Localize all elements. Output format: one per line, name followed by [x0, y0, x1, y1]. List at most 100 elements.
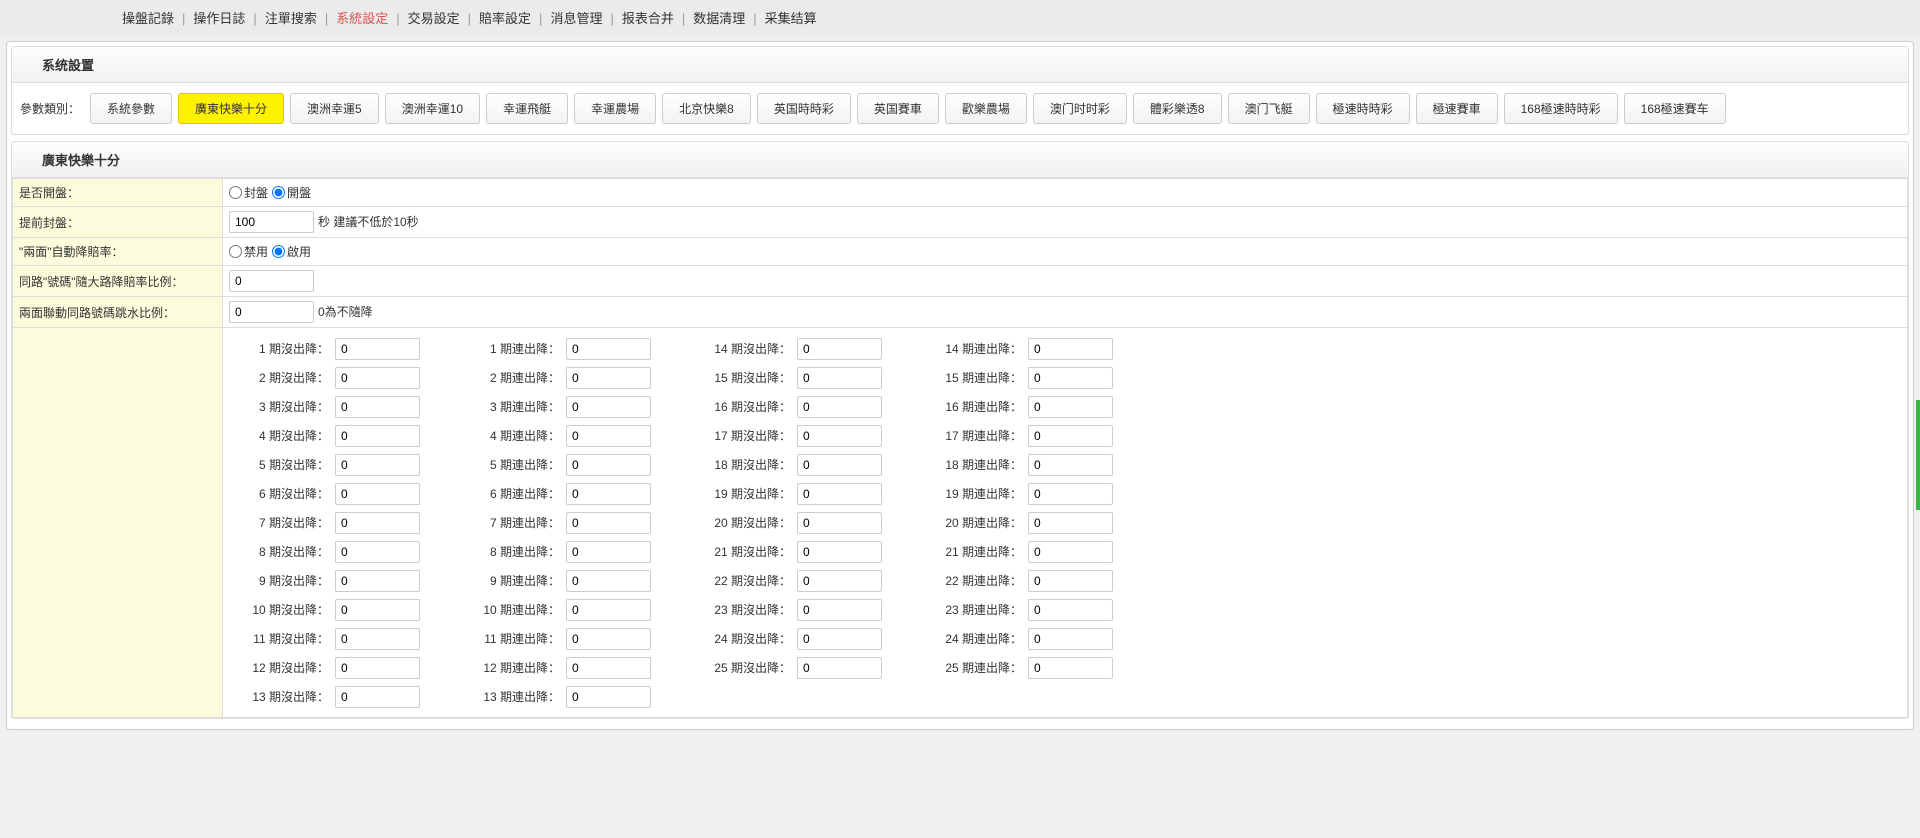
grid-input-2-20[interactable] [797, 512, 882, 534]
grid-input-3-22[interactable] [1028, 570, 1113, 592]
grid-row: 12 期連出降： [460, 655, 651, 680]
tab-4[interactable]: 幸運飛艇 [486, 93, 568, 124]
grid-input-2-15[interactable] [797, 367, 882, 389]
grid-input-1-11[interactable] [566, 628, 651, 650]
radio-0-0[interactable] [229, 186, 242, 199]
tab-10[interactable]: 澳门时时彩 [1033, 93, 1127, 124]
grid-input-3-17[interactable] [1028, 425, 1113, 447]
grid-label: 9 期沒出降： [229, 572, 329, 589]
tab-7[interactable]: 英国時時彩 [757, 93, 851, 124]
grid-input-0-6[interactable] [335, 483, 420, 505]
grid-input-3-19[interactable] [1028, 483, 1113, 505]
grid-input-1-13[interactable] [566, 686, 651, 708]
grid-input-0-8[interactable] [335, 541, 420, 563]
grid-row: 8 期連出降： [460, 539, 651, 564]
menu-item-7[interactable]: 报表合并 [620, 11, 676, 26]
tab-6[interactable]: 北京快樂8 [662, 93, 751, 124]
tab-5[interactable]: 幸運農場 [574, 93, 656, 124]
grid-input-1-3[interactable] [566, 396, 651, 418]
grid-input-0-11[interactable] [335, 628, 420, 650]
grid-input-3-25[interactable] [1028, 657, 1113, 679]
grid-label: 8 期沒出降： [229, 543, 329, 560]
menu-item-5[interactable]: 賠率設定 [477, 11, 533, 26]
grid-input-3-24[interactable] [1028, 628, 1113, 650]
menu-item-6[interactable]: 消息管理 [548, 11, 604, 26]
grid-input-1-7[interactable] [566, 512, 651, 534]
tab-15[interactable]: 168極速時時彩 [1504, 93, 1618, 124]
tab-3[interactable]: 澳洲幸運10 [385, 93, 480, 124]
grid-input-1-4[interactable] [566, 425, 651, 447]
grid-input-0-9[interactable] [335, 570, 420, 592]
grid-input-1-10[interactable] [566, 599, 651, 621]
grid-row: 22 期沒出降： [691, 568, 882, 593]
grid-label: 10 期沒出降： [229, 601, 329, 618]
grid-input-3-16[interactable] [1028, 396, 1113, 418]
input-3[interactable] [229, 270, 314, 292]
tab-12[interactable]: 澳门飞艇 [1228, 93, 1310, 124]
menu-item-0[interactable]: 操盤記錄 [120, 11, 176, 26]
grid-input-3-23[interactable] [1028, 599, 1113, 621]
menu-item-4[interactable]: 交易設定 [406, 11, 462, 26]
grid-input-2-25[interactable] [797, 657, 882, 679]
tab-14[interactable]: 極速賽車 [1416, 93, 1498, 124]
grid-row: 16 期沒出降： [691, 394, 882, 419]
grid-input-0-1[interactable] [335, 338, 420, 360]
grid-input-2-19[interactable] [797, 483, 882, 505]
tab-13[interactable]: 極速時時彩 [1316, 93, 1410, 124]
grid-input-0-3[interactable] [335, 396, 420, 418]
grid-input-2-18[interactable] [797, 454, 882, 476]
tab-8[interactable]: 英国賽車 [857, 93, 939, 124]
tab-16[interactable]: 168極速賽车 [1624, 93, 1726, 124]
radio-2-1[interactable] [272, 245, 285, 258]
menu-item-8[interactable]: 数据清理 [691, 11, 747, 26]
grid-input-2-23[interactable] [797, 599, 882, 621]
tab-9[interactable]: 歡樂農場 [945, 93, 1027, 124]
grid-input-0-10[interactable] [335, 599, 420, 621]
grid-input-3-15[interactable] [1028, 367, 1113, 389]
grid-row: 5 期連出降： [460, 452, 651, 477]
grid-input-2-22[interactable] [797, 570, 882, 592]
grid-input-3-18[interactable] [1028, 454, 1113, 476]
grid-input-0-13[interactable] [335, 686, 420, 708]
grid-input-0-12[interactable] [335, 657, 420, 679]
radio-0-1[interactable] [272, 186, 285, 199]
grid-input-0-7[interactable] [335, 512, 420, 534]
grid-input-2-14[interactable] [797, 338, 882, 360]
menu-sep: | [390, 11, 405, 26]
grid-input-1-12[interactable] [566, 657, 651, 679]
grid-input-1-2[interactable] [566, 367, 651, 389]
grid-input-2-17[interactable] [797, 425, 882, 447]
scrollbar-marker [1916, 400, 1920, 510]
grid-label: 13 期連出降： [460, 688, 560, 705]
grid-input-2-21[interactable] [797, 541, 882, 563]
grid-input-3-14[interactable] [1028, 338, 1113, 360]
grid-input-2-16[interactable] [797, 396, 882, 418]
grid-row: 22 期連出降： [922, 568, 1113, 593]
input-4[interactable] [229, 301, 314, 323]
grid-label: 14 期沒出降： [691, 340, 791, 357]
tab-2[interactable]: 澳洲幸運5 [290, 93, 379, 124]
grid-input-1-9[interactable] [566, 570, 651, 592]
input-1[interactable] [229, 211, 314, 233]
tab-1[interactable]: 廣東快樂十分 [178, 93, 284, 124]
menu-item-2[interactable]: 注單搜索 [263, 11, 319, 26]
menu-item-9[interactable]: 采集结算 [763, 11, 819, 26]
grid-input-1-1[interactable] [566, 338, 651, 360]
grid-input-1-6[interactable] [566, 483, 651, 505]
menu-item-1[interactable]: 操作日誌 [191, 11, 247, 26]
radio-2-0[interactable] [229, 245, 242, 258]
grid-input-1-5[interactable] [566, 454, 651, 476]
grid-input-3-20[interactable] [1028, 512, 1113, 534]
menu-item-3[interactable]: 系統設定 [334, 11, 390, 26]
grid-input-0-2[interactable] [335, 367, 420, 389]
grid-input-1-8[interactable] [566, 541, 651, 563]
grid-input-3-21[interactable] [1028, 541, 1113, 563]
tab-11[interactable]: 體彩樂透8 [1133, 93, 1222, 124]
grid-label: 5 期連出降： [460, 456, 560, 473]
grid-label: 3 期沒出降： [229, 398, 329, 415]
category-tabs: 參數類別：系統參數廣東快樂十分澳洲幸運5澳洲幸運10幸運飛艇幸運農場北京快樂8英… [12, 83, 1908, 134]
grid-input-2-24[interactable] [797, 628, 882, 650]
tab-0[interactable]: 系統參數 [90, 93, 172, 124]
grid-input-0-4[interactable] [335, 425, 420, 447]
grid-input-0-5[interactable] [335, 454, 420, 476]
